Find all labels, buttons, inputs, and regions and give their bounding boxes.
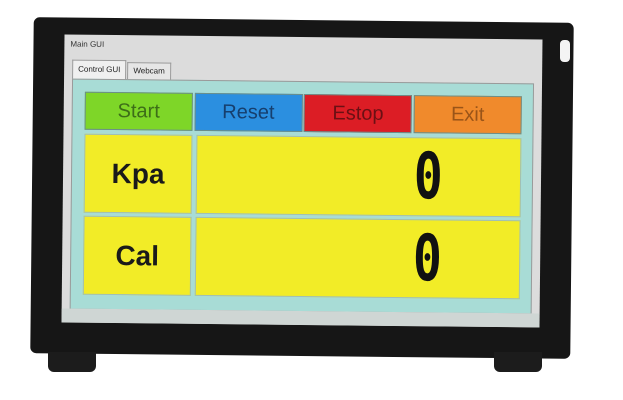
kpa-value: 0: [413, 139, 444, 214]
light-glare: [560, 40, 570, 62]
display-foot-right: [494, 352, 542, 372]
cal-value: 0: [413, 221, 443, 296]
display-foot-left: [48, 352, 96, 372]
tab-webcam[interactable]: Webcam: [127, 62, 171, 80]
control-panel: Start Reset Estop Exit Kpa 0 Cal 0: [69, 78, 535, 315]
cal-label: Cal: [82, 215, 192, 296]
cal-readout: 0: [194, 216, 521, 300]
reset-button[interactable]: Reset: [194, 92, 303, 132]
tab-bar: Control GUI Webcam: [72, 59, 172, 81]
estop-button[interactable]: Estop: [303, 94, 413, 134]
window-title: Main GUI: [70, 39, 105, 49]
exit-button[interactable]: Exit: [413, 95, 522, 135]
button-row: Start Reset Estop Exit: [84, 91, 522, 135]
readout-grid: Kpa 0 Cal 0: [82, 133, 522, 300]
kpa-label: Kpa: [83, 133, 193, 214]
kpa-readout: 0: [195, 134, 522, 218]
tab-control-gui[interactable]: Control GUI: [72, 59, 127, 81]
start-button[interactable]: Start: [84, 91, 193, 131]
screen: Main GUI Control GUI Webcam Start Reset …: [61, 34, 543, 328]
